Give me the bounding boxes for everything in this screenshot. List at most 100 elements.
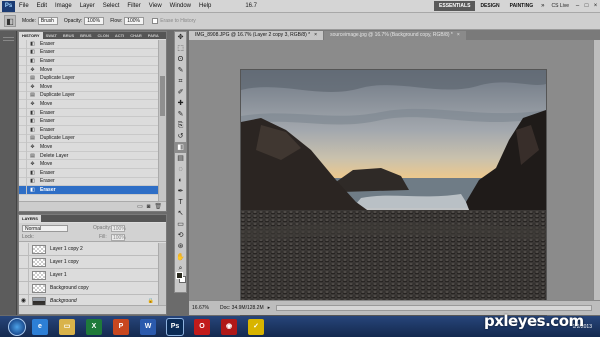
panel-grip[interactable] (3, 37, 14, 38)
history-row[interactable]: ◧ Eraser (19, 168, 158, 178)
visibility-eye-icon[interactable] (19, 243, 29, 256)
menu-edit[interactable]: Edit (33, 3, 51, 9)
history-brush-tool-icon[interactable]: ↺ (175, 131, 186, 142)
shape-tool-icon[interactable]: ▭ (175, 219, 186, 230)
history-source-column[interactable] (19, 151, 27, 160)
new-snapshot-icon[interactable]: ◙ (147, 204, 151, 210)
tab-actions[interactable]: ACTI (112, 33, 127, 38)
crop-tool-icon[interactable]: ⌗ (175, 76, 186, 87)
history-source-column[interactable] (19, 99, 27, 109)
menu-file[interactable]: File (15, 3, 33, 9)
history-source-column[interactable] (19, 125, 27, 135)
gradient-tool-icon[interactable]: ▤ (175, 153, 186, 164)
close-button[interactable]: × (592, 3, 599, 10)
history-source-column[interactable] (19, 91, 27, 100)
history-row[interactable]: ▤ Delete Layer (19, 151, 158, 161)
history-row[interactable]: ▤ Duplicate Layer (19, 134, 158, 144)
history-source-column[interactable] (19, 73, 27, 83)
history-source-column[interactable] (19, 142, 27, 152)
tab-character[interactable]: CHAR (127, 33, 145, 38)
scroll-thumb[interactable] (160, 76, 165, 116)
menu-help[interactable]: Help (195, 3, 215, 9)
tab-document-sourceimage[interactable]: sourceimage.jpg @ 16.7% (Background copy… (324, 31, 466, 40)
taskbar-norton-security-icon[interactable]: ✓ (248, 318, 264, 335)
history-source-column[interactable] (19, 168, 27, 177)
history-row[interactable]: ◧ Eraser (19, 48, 158, 58)
tab-brushes[interactable]: BRUS (60, 33, 77, 38)
more-workspaces-icon[interactable]: » (538, 3, 547, 9)
layer-row[interactable]: Background copy (19, 281, 158, 295)
history-source-column[interactable] (19, 40, 27, 49)
visibility-eye-icon[interactable] (19, 268, 29, 282)
close-tab-icon[interactable]: × (314, 32, 317, 38)
document-canvas-image[interactable] (241, 70, 546, 315)
tab-document-img-8908[interactable]: IMG_8908.JPG @ 16.7% (Layer 2 copy 3, RG… (189, 31, 324, 40)
menu-select[interactable]: Select (99, 3, 124, 9)
workspace-painting[interactable]: PAINTING (505, 1, 539, 11)
tab-paragraph[interactable]: PARA (145, 33, 162, 38)
close-tab-icon[interactable]: × (457, 32, 460, 38)
foreground-color-swatch[interactable] (176, 272, 183, 279)
taskbar-excel-icon[interactable]: X (86, 318, 102, 335)
3d-orbit-tool-icon[interactable]: ⊛ (175, 241, 186, 252)
history-source-column[interactable] (19, 134, 27, 143)
lasso-tool-icon[interactable]: ʘ (175, 54, 186, 65)
hand-tool-icon[interactable]: ✋ (175, 252, 186, 263)
quick-select-tool-icon[interactable]: ✎ (175, 65, 186, 76)
fill-input[interactable]: 100% (111, 234, 126, 241)
tab-brush-presets[interactable]: BRUS (77, 33, 94, 38)
menu-layer[interactable]: Layer (76, 3, 99, 9)
eyedropper-tool-icon[interactable]: ✐ (175, 87, 186, 98)
panel-grip[interactable] (3, 40, 14, 41)
canvas-vertical-scrollbar[interactable] (593, 40, 600, 300)
history-row[interactable]: ✥ Move (19, 65, 158, 75)
tab-layers[interactable]: LAYERS (19, 215, 41, 222)
layers-scrollbar[interactable] (158, 243, 166, 305)
start-button-icon[interactable] (8, 317, 26, 336)
move-tool-icon[interactable]: ✥ (175, 32, 186, 43)
history-source-column[interactable] (19, 65, 27, 74)
path-select-tool-icon[interactable]: ↖ (175, 208, 186, 219)
layer-row[interactable]: ◉ Background 🔒 (19, 294, 158, 305)
history-row[interactable]: ◧ Eraser (19, 185, 158, 195)
taskbar-media-player-icon[interactable]: ◉ (221, 318, 237, 335)
clone-tool-icon[interactable]: ⎘ (175, 120, 186, 131)
menu-window[interactable]: Window (166, 3, 195, 9)
status-menu-icon[interactable]: ▸ (268, 305, 271, 311)
history-row[interactable]: ✥ Move (19, 82, 158, 92)
history-source-column[interactable] (19, 56, 27, 66)
history-row[interactable]: ◧ Eraser (19, 40, 158, 49)
history-row[interactable]: ◧ Eraser (19, 56, 158, 66)
tab-clone-source[interactable]: CLON (95, 33, 112, 38)
menu-view[interactable]: View (145, 3, 166, 9)
layer-row[interactable]: Layer 1 copy (19, 255, 158, 269)
layer-opacity-input[interactable]: 100% (111, 225, 126, 232)
history-row[interactable]: ◧ Eraser (19, 125, 158, 135)
taskbar-powerpoint-icon[interactable]: P (113, 318, 129, 335)
tab-history[interactable]: HISTORY (19, 32, 43, 39)
taskbar-internet-explorer-icon[interactable]: e (32, 318, 48, 335)
brush-tool-icon[interactable]: ✎ (175, 109, 186, 120)
visibility-eye-icon[interactable]: ◉ (19, 294, 29, 305)
3d-rotate-tool-icon[interactable]: ⟲ (175, 230, 186, 241)
history-row[interactable]: ▤ Duplicate Layer (19, 73, 158, 83)
new-document-icon[interactable]: ▭ (137, 203, 143, 210)
status-zoom[interactable]: 16.67% (192, 305, 212, 311)
menu-filter[interactable]: Filter (123, 3, 144, 9)
cs-live-button[interactable]: CS Live (547, 3, 573, 9)
taskbar-photoshop-icon[interactable]: Ps (166, 317, 184, 336)
workspace-essentials[interactable]: ESSENTIALS (434, 1, 476, 11)
canvas-horizontal-scrollbar[interactable] (276, 305, 592, 311)
history-source-column[interactable] (19, 177, 27, 186)
history-row[interactable]: ◧ Eraser (19, 177, 158, 187)
zoom-level[interactable]: 16.7 (245, 3, 257, 9)
blur-tool-icon[interactable]: ◌ (175, 164, 186, 175)
marquee-tool-icon[interactable]: ⬚ (175, 43, 186, 54)
taskbar-file-explorer-icon[interactable]: ▭ (59, 318, 75, 335)
history-row[interactable]: ◧ Eraser (19, 116, 158, 126)
flow-select[interactable]: 100% (124, 17, 145, 25)
history-row[interactable]: ✥ Move (19, 99, 158, 109)
dodge-tool-icon[interactable]: ◐ (175, 175, 186, 186)
history-row[interactable]: ✥ Move (19, 142, 158, 152)
history-row[interactable]: ◧ Eraser (19, 108, 158, 118)
